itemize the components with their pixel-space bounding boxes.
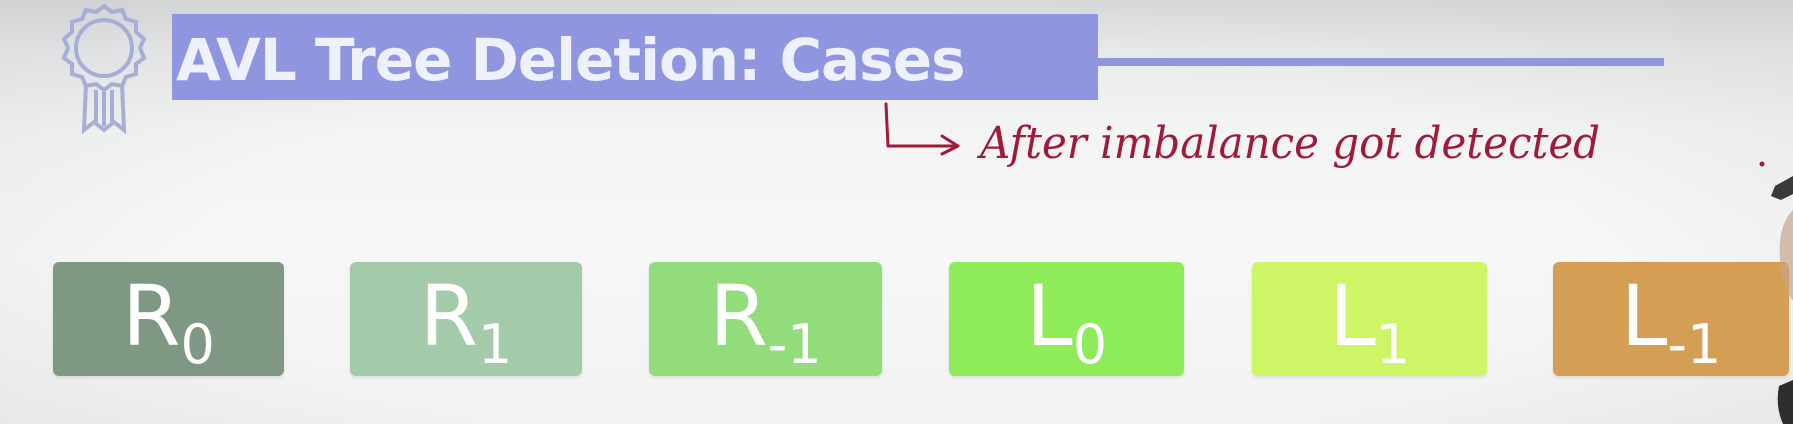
case-letter: L: [1620, 267, 1668, 365]
slide-title: AVL Tree Deletion: Cases: [176, 26, 966, 94]
hooked-right-arrow-icon: [884, 102, 960, 156]
case-letter: L: [1025, 267, 1073, 365]
case-letter: R: [709, 267, 768, 365]
case-letter: R: [122, 267, 181, 365]
case-box-r1: R1: [350, 262, 582, 376]
case-box-l0: L0: [949, 262, 1184, 376]
case-subscript: 1: [1375, 313, 1411, 376]
case-subscript: -1: [1667, 313, 1722, 376]
case-subscript: 0: [1072, 313, 1108, 376]
case-subscript: 1: [478, 313, 513, 376]
annotation-text: After imbalance got detected: [976, 118, 1600, 169]
title-underline: [1098, 58, 1664, 66]
case-letter: R: [419, 267, 478, 365]
annotation-dot: [1759, 161, 1765, 167]
case-subscript: -1: [767, 313, 822, 376]
case-box-l1: L1: [1252, 262, 1487, 376]
case-box-r-minus-1: R-1: [649, 262, 882, 376]
case-box-r0: R0: [53, 262, 284, 376]
presenter-hand: [1771, 176, 1793, 424]
case-subscript: 0: [180, 313, 215, 376]
handwritten-annotation: After imbalance got detected: [884, 102, 1765, 169]
award-ribbon-icon: [61, 3, 147, 134]
case-letter: L: [1328, 267, 1376, 365]
